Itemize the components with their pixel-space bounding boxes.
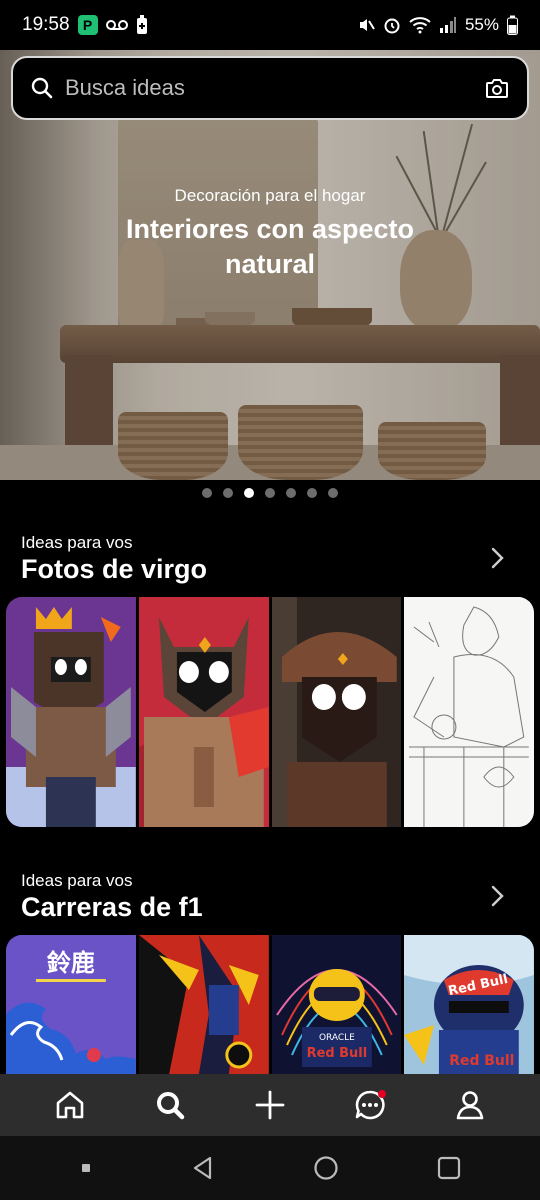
- carousel-dot[interactable]: [328, 488, 338, 498]
- app-p-icon: P: [77, 15, 98, 35]
- notification-badge: [378, 1090, 386, 1098]
- search-bar[interactable]: Busca ideas: [11, 56, 529, 120]
- status-time: 19:58: [22, 14, 70, 35]
- battery-icon: [507, 15, 518, 35]
- pin-image[interactable]: [138, 597, 269, 827]
- carousel-dot[interactable]: [286, 488, 296, 498]
- carousel-dot[interactable]: [307, 488, 317, 498]
- back-icon[interactable]: [190, 1155, 216, 1181]
- f1-poster-kanji: 鈴鹿: [47, 949, 95, 977]
- pin-image[interactable]: 鈴鹿: [6, 935, 136, 1074]
- voicemail-icon: [105, 20, 128, 30]
- home-icon: [56, 1091, 84, 1119]
- hero-title: Interiores con aspecto natural: [125, 214, 415, 279]
- battery-saver-icon: [136, 15, 147, 34]
- hero-subtitle: Decoración para el hogar: [174, 186, 366, 205]
- wifi-icon: [409, 17, 431, 34]
- system-navigation: [0, 1136, 540, 1200]
- mute-icon: [359, 19, 375, 31]
- pin-image[interactable]: [404, 597, 534, 827]
- home-circle-icon[interactable]: [313, 1155, 339, 1181]
- f1-poster-sponsor: ORACLE: [318, 1033, 354, 1043]
- nav-search[interactable]: [145, 1080, 195, 1130]
- search-input[interactable]: Busca ideas: [65, 75, 485, 101]
- carousel-dot[interactable]: [223, 488, 233, 498]
- carousel-dot[interactable]: [202, 488, 212, 498]
- section-title[interactable]: Fotos de virgo: [21, 554, 207, 585]
- profile-icon: [456, 1091, 484, 1120]
- pin-image[interactable]: Red Bull Red Bull: [404, 935, 534, 1074]
- carousel-indicator[interactable]: [0, 488, 540, 498]
- carousel-dot-active[interactable]: [244, 488, 254, 498]
- section-title[interactable]: Carreras de f1: [21, 892, 203, 923]
- nav-create[interactable]: [245, 1080, 295, 1130]
- pin-image[interactable]: ORACLE Red Bull: [271, 935, 402, 1074]
- bottom-navigation: [0, 1074, 540, 1136]
- chevron-right-icon[interactable]: [490, 546, 506, 570]
- recents-icon[interactable]: [436, 1155, 462, 1181]
- section-kicker: Ideas para vos: [21, 533, 133, 552]
- nav-profile[interactable]: [445, 1080, 495, 1130]
- pin-image[interactable]: [271, 597, 402, 827]
- board-preview-f1[interactable]: 鈴鹿 ORACLE Red Bull Red Bull Red Bull: [6, 935, 534, 1074]
- nav-messages[interactable]: [345, 1080, 395, 1130]
- nav-home[interactable]: [45, 1080, 95, 1130]
- signal-icon: [439, 17, 456, 33]
- menu-dot-icon[interactable]: [79, 1161, 93, 1175]
- alarm-icon: [384, 18, 400, 34]
- battery-percent: 55%: [464, 15, 499, 34]
- board-preview-virgo[interactable]: [6, 597, 534, 827]
- f1-poster-team-suit: Red Bull: [449, 1053, 514, 1069]
- plus-icon: [255, 1090, 285, 1120]
- status-bar: 19:58 P 55%: [0, 0, 540, 50]
- section-kicker: Ideas para vos: [21, 871, 133, 890]
- search-icon: [157, 1092, 185, 1120]
- pin-image[interactable]: [6, 597, 136, 827]
- chevron-right-icon[interactable]: [490, 884, 506, 908]
- carousel-dot[interactable]: [265, 488, 275, 498]
- pin-image[interactable]: [138, 935, 269, 1074]
- f1-poster-team: Red Bull: [306, 1046, 367, 1061]
- camera-icon[interactable]: [485, 77, 509, 99]
- search-icon: [31, 77, 53, 99]
